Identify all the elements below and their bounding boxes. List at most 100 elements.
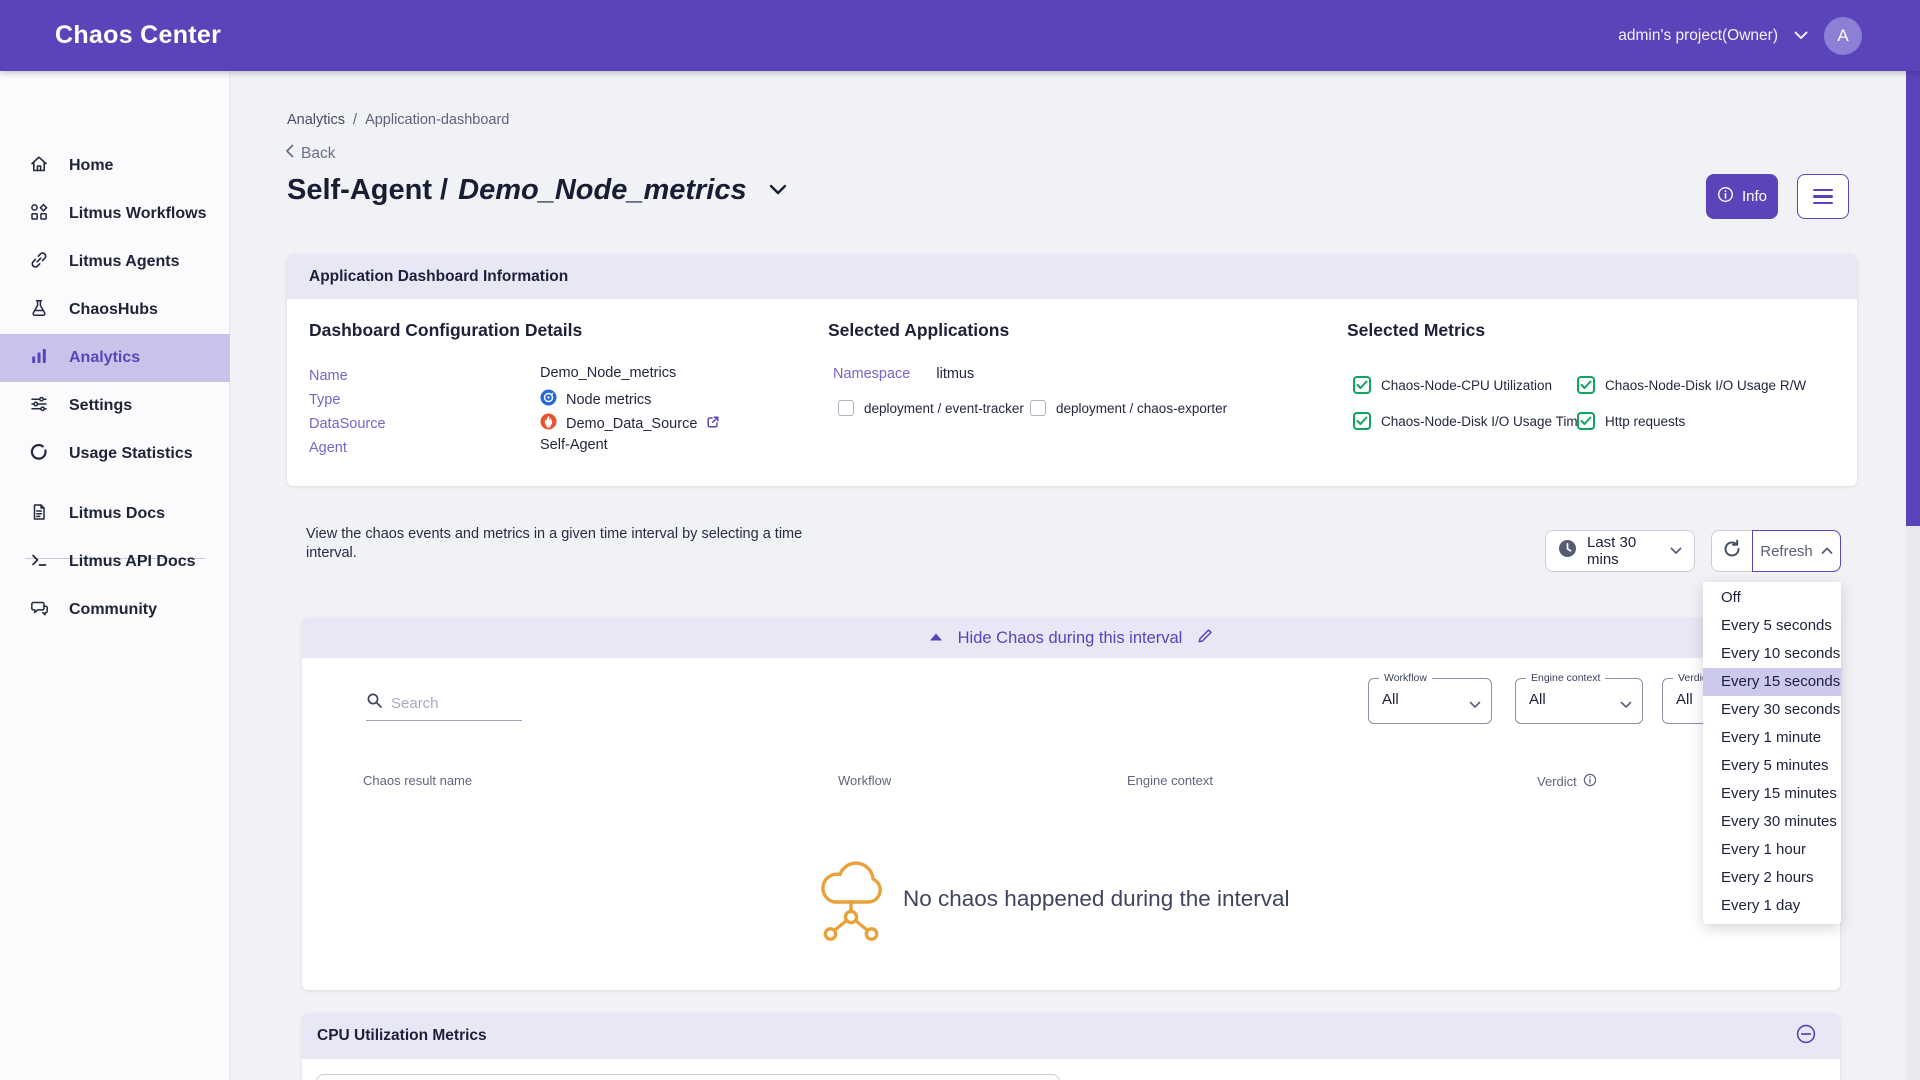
breadcrumb-analytics[interactable]: Analytics: [287, 112, 345, 128]
sidebar-item-label: Settings: [69, 397, 132, 415]
sidebar-item-community[interactable]: Community: [0, 586, 230, 634]
selected-applications-title: Selected Applications: [828, 320, 1009, 341]
interval-description: View the chaos events and metrics in a g…: [306, 525, 851, 563]
refresh-icon: [1721, 538, 1743, 565]
refresh-interval-menu: Off Every 5 seconds Every 10 seconds Eve…: [1703, 582, 1841, 924]
refresh-option-selected[interactable]: Every 15 seconds: [1703, 668, 1841, 696]
sidebar-item-litmus-api-docs[interactable]: Litmus API Docs: [0, 538, 230, 586]
cpu-section-title: CPU Utilization Metrics: [317, 1027, 487, 1045]
info-icon: [1717, 186, 1734, 207]
search-input[interactable]: [391, 695, 509, 712]
checkbox-checked-icon[interactable]: [1353, 412, 1371, 430]
config-details-title: Dashboard Configuration Details: [309, 320, 582, 341]
chaos-center-app: Chaos Center admin's project(Owner) A Ho…: [0, 0, 1920, 1080]
sidebar-item-analytics[interactable]: Analytics: [0, 334, 230, 382]
refresh-option[interactable]: Every 5 minutes: [1703, 752, 1841, 780]
refresh-option[interactable]: Every 1 minute: [1703, 724, 1841, 752]
checkbox-deployment-chaos-exporter[interactable]: deployment / chaos-exporter: [1030, 400, 1227, 416]
workflow-filter[interactable]: Workflow All: [1368, 678, 1492, 724]
checkbox-unchecked-icon[interactable]: [1030, 400, 1046, 416]
avatar[interactable]: A: [1824, 17, 1862, 55]
checkbox-unchecked-icon[interactable]: [838, 400, 854, 416]
refresh-option[interactable]: Every 30 seconds: [1703, 696, 1841, 724]
sidebar-item-label: Litmus Docs: [69, 505, 165, 523]
external-link-icon[interactable]: [706, 415, 720, 433]
edit-pencil-icon[interactable]: [1197, 628, 1213, 649]
sidebar-item-usage-statistics[interactable]: Usage Statistics: [0, 430, 230, 478]
refresh-label: Refresh: [1760, 543, 1813, 560]
hamburger-menu-button[interactable]: [1797, 174, 1849, 219]
sidebar-item-home[interactable]: Home: [0, 142, 230, 190]
workflows-icon: [29, 202, 49, 227]
caret-up-icon: [929, 629, 943, 647]
refresh-option[interactable]: Every 15 minutes: [1703, 780, 1841, 808]
sliders-icon: [29, 394, 49, 419]
hamburger-icon: [1813, 189, 1833, 192]
selected-metrics-title: Selected Metrics: [1347, 320, 1485, 341]
cpu-chart-container: [316, 1074, 1060, 1080]
arc-icon: [29, 442, 49, 467]
sidebar-item-label: Analytics: [69, 349, 140, 367]
chevron-down-icon: [1620, 696, 1632, 714]
sidebar-item-label: Litmus Agents: [69, 253, 180, 271]
config-label-agent: Agent: [309, 440, 347, 456]
sidebar-item-settings[interactable]: Settings: [0, 382, 230, 430]
datasource-link[interactable]: Demo_Data_Source: [566, 416, 697, 432]
hide-chaos-label: Hide Chaos during this interval: [958, 629, 1183, 648]
sidebar-item-litmus-workflows[interactable]: Litmus Workflows: [0, 190, 230, 238]
back-button[interactable]: Back: [285, 144, 335, 163]
search-icon: [366, 692, 383, 714]
top-header-bar: Chaos Center admin's project(Owner) A: [0, 0, 1920, 71]
checkbox-cpu-utilization[interactable]: Chaos-Node-CPU Utilization: [1353, 376, 1552, 394]
flask-icon: [29, 298, 49, 323]
engine-context-filter-label: Engine context: [1526, 672, 1605, 684]
refresh-option[interactable]: Every 1 day: [1703, 892, 1841, 920]
workflow-filter-value: All: [1382, 691, 1399, 708]
checkbox-checked-icon[interactable]: [1577, 376, 1595, 394]
chevron-up-icon: [1821, 542, 1833, 560]
verdict-filter-value: All: [1676, 691, 1693, 708]
namespace-label: Namespace: [833, 366, 910, 382]
checkbox-disk-io-rw[interactable]: Chaos-Node-Disk I/O Usage R/W: [1577, 376, 1806, 394]
chevron-down-icon: [1670, 542, 1682, 560]
refresh-option[interactable]: Every 10 seconds: [1703, 640, 1841, 668]
workflow-filter-label: Workflow: [1379, 672, 1432, 684]
checkbox-http-requests[interactable]: Http requests: [1577, 412, 1685, 430]
info-button[interactable]: Info: [1706, 174, 1778, 219]
checkbox-checked-icon[interactable]: [1577, 412, 1595, 430]
refresh-now-button[interactable]: [1711, 530, 1753, 572]
refresh-option[interactable]: Off: [1703, 584, 1841, 612]
search-field[interactable]: [366, 692, 522, 721]
refresh-option[interactable]: Every 2 hours: [1703, 864, 1841, 892]
sidebar-item-label: Litmus API Docs: [69, 553, 196, 571]
engine-context-filter-value: All: [1529, 691, 1546, 708]
time-range-select[interactable]: Last 30 mins: [1545, 530, 1695, 572]
link-icon: [29, 250, 49, 275]
sidebar-item-litmus-docs[interactable]: Litmus Docs: [0, 490, 230, 538]
page-title-dashboard-name: Demo_Node_metrics: [458, 174, 747, 207]
namespace-row: Namespace litmus: [833, 366, 974, 382]
project-name-label[interactable]: admin's project(Owner): [1618, 27, 1778, 45]
title-chevron-down-icon[interactable]: [769, 182, 787, 200]
chevron-down-icon[interactable]: [1794, 27, 1808, 45]
time-range-value: Last 30 mins: [1587, 534, 1660, 568]
breadcrumb: Analytics / Application-dashboard: [287, 112, 509, 128]
refresh-interval-dropdown-button[interactable]: Refresh: [1752, 530, 1841, 572]
verdict-info-icon[interactable]: [1583, 773, 1597, 790]
sidebar-item-litmus-agents[interactable]: Litmus Agents: [0, 238, 230, 286]
sidebar-item-chaoshubs[interactable]: ChaosHubs: [0, 286, 230, 334]
collapse-minus-icon[interactable]: [1796, 1024, 1816, 1049]
refresh-option[interactable]: Every 5 seconds: [1703, 612, 1841, 640]
scrollbar-thumb[interactable]: [1906, 71, 1920, 526]
refresh-option[interactable]: Every 30 minutes: [1703, 808, 1841, 836]
hide-chaos-toggle[interactable]: Hide Chaos during this interval: [302, 618, 1840, 658]
checkbox-deployment-event-tracker[interactable]: deployment / event-tracker: [838, 400, 1024, 416]
project-selector[interactable]: admin's project(Owner) A: [1618, 0, 1862, 71]
refresh-option[interactable]: Every 1 hour: [1703, 836, 1841, 864]
column-header-verdict: Verdict: [1537, 773, 1597, 790]
home-icon: [29, 154, 49, 179]
engine-context-filter[interactable]: Engine context All: [1515, 678, 1643, 724]
checkbox-disk-io-times[interactable]: Chaos-Node-Disk I/O Usage Times: [1353, 412, 1592, 430]
checkbox-checked-icon[interactable]: [1353, 376, 1371, 394]
column-header-engine-context: Engine context: [1127, 773, 1213, 788]
